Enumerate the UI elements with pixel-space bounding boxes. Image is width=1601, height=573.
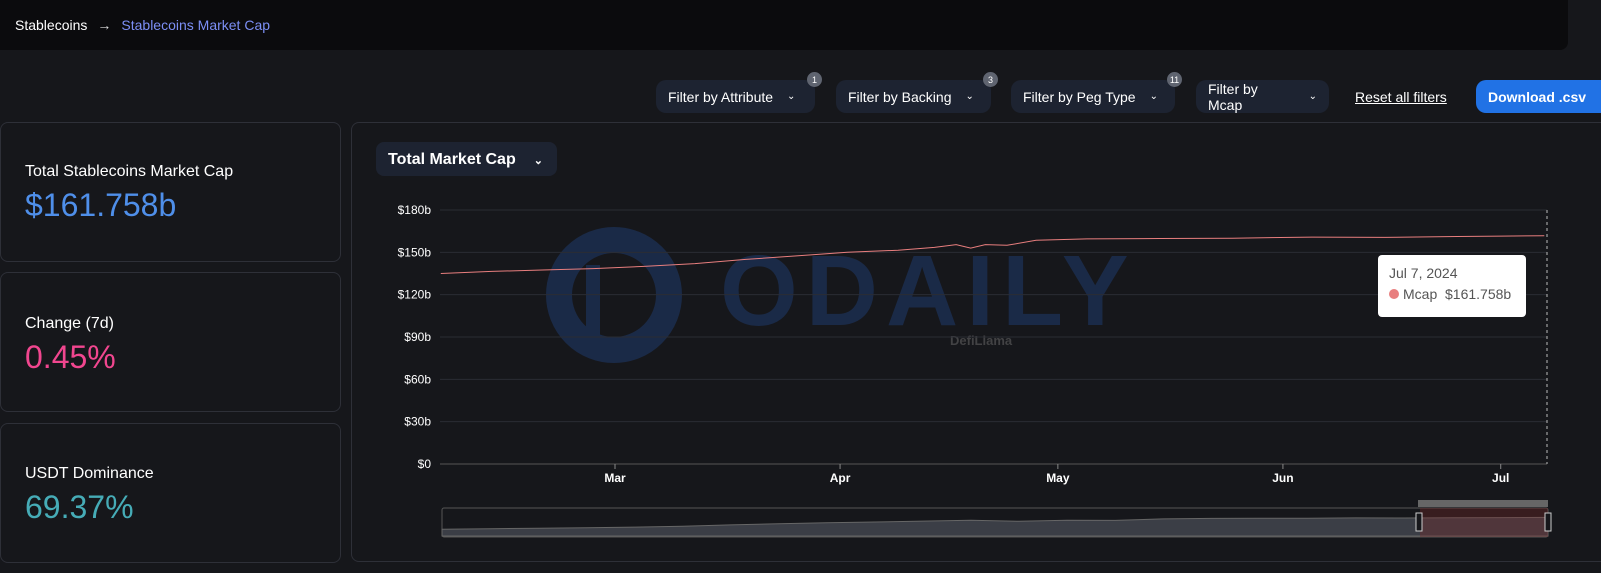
range-slider[interactable] xyxy=(441,500,1552,538)
x-tick-label: May xyxy=(1046,471,1070,485)
tooltip-date: Jul 7, 2024 xyxy=(1389,265,1458,281)
tooltip-series: Mcap xyxy=(1403,286,1438,302)
y-tick-label: $120b xyxy=(398,288,432,302)
y-tick-label: $60b xyxy=(404,372,431,386)
slider-selection[interactable] xyxy=(1420,508,1548,537)
slider-preview xyxy=(441,516,1549,537)
x-tick-label: Jun xyxy=(1272,471,1293,485)
svg-text:DefiLlama: DefiLlama xyxy=(950,333,1013,348)
y-tick-label: $180b xyxy=(398,203,432,217)
slider-drag-bar[interactable] xyxy=(1418,500,1548,507)
x-tick-label: Jul xyxy=(1492,471,1509,485)
slider-handle-right[interactable] xyxy=(1544,512,1552,532)
y-tick-label: $30b xyxy=(404,415,431,429)
y-tick-label: $150b xyxy=(398,245,432,259)
series-dot-icon xyxy=(1389,289,1399,299)
chart-tooltip: Jul 7, 2024 Mcap $161.758b xyxy=(1378,255,1526,317)
slider-handle-left[interactable] xyxy=(1415,512,1423,532)
tooltip-value: $161.758b xyxy=(1445,286,1512,302)
svg-text:ODAILY: ODAILY xyxy=(720,235,1137,347)
x-tick-label: Apr xyxy=(830,471,851,485)
market-cap-chart[interactable]: ODAILY DefiLlama $0 $30b $60b $90b $120b $150… xyxy=(0,0,1601,573)
y-tick-label: $90b xyxy=(404,330,431,344)
y-tick-label: $0 xyxy=(418,457,432,471)
x-tick-label: Mar xyxy=(604,471,626,485)
